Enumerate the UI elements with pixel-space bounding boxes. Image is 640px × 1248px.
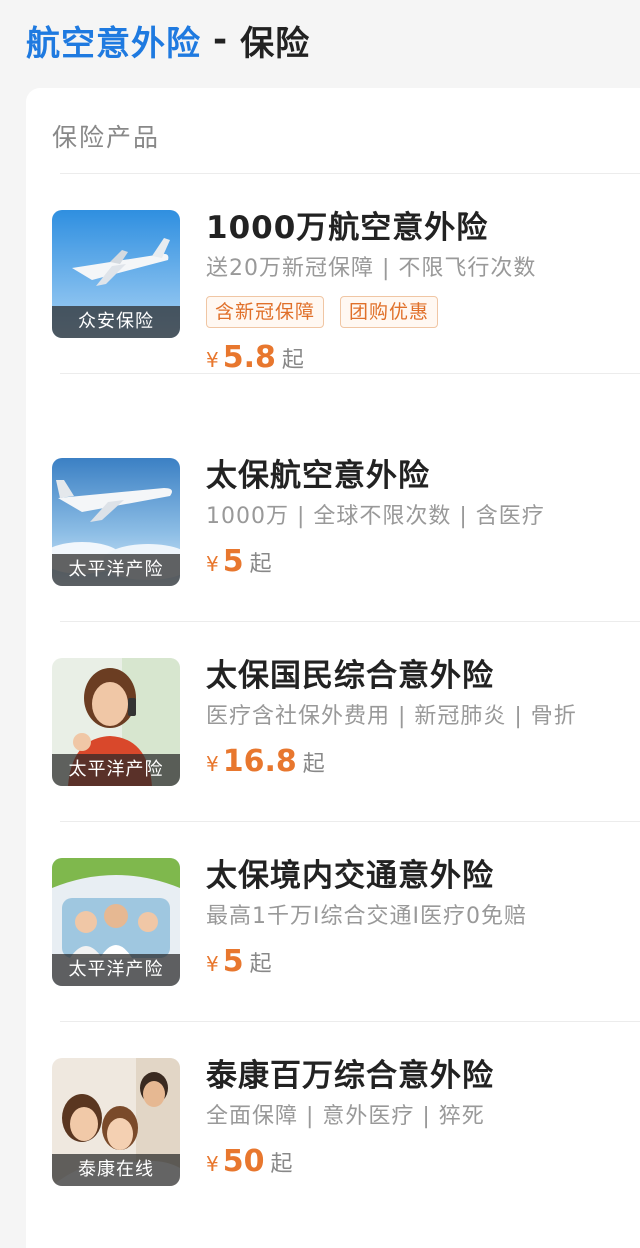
price-suffix: 起 (281, 348, 304, 373)
product-info: 太保航空意外险 1000万 | 全球不限次数 | 含医疗 ¥ 5 起 (206, 456, 640, 579)
price: ¥ 16.8 起 (206, 744, 640, 779)
price-amount: 5 (222, 544, 244, 579)
price-suffix: 起 (302, 752, 325, 777)
product-title[interactable]: 1000万航空意外险 (206, 208, 640, 248)
currency-symbol: ¥ (206, 752, 219, 776)
price: ¥ 5 起 (206, 544, 640, 579)
product-thumbnail[interactable]: 太平洋产险 (52, 458, 180, 586)
product-item[interactable]: 太平洋产险 太保国民综合意外险 医疗含社保外费用 | 新冠肺炎 | 骨折 ¥ 1… (26, 622, 640, 822)
provider-label: 太平洋产险 (52, 954, 180, 986)
price: ¥ 5.8 起 (206, 340, 640, 375)
product-item[interactable]: 众安保险 1000万航空意外险 送20万新冠保障 | 不限飞行次数 含新冠保障 … (26, 174, 640, 375)
price-suffix: 起 (249, 952, 272, 977)
product-thumbnail[interactable]: 众安保险 (52, 210, 180, 338)
product-title[interactable]: 太保境内交通意外险 (206, 856, 640, 896)
product-thumbnail[interactable]: 泰康在线 (52, 1058, 180, 1186)
product-subtitle: 医疗含社保外费用 | 新冠肺炎 | 骨折 (206, 704, 577, 729)
currency-symbol: ¥ (206, 348, 219, 372)
currency-symbol: ¥ (206, 552, 219, 576)
product-info: 1000万航空意外险 送20万新冠保障 | 不限飞行次数 含新冠保障 团购优惠 … (206, 208, 640, 375)
product-subtitle: 最高1千万I综合交通I医疗0免赔 (206, 904, 527, 929)
product-item[interactable]: 太平洋产险 太保航空意外险 1000万 | 全球不限次数 | 含医疗 ¥ 5 起 (26, 422, 640, 622)
price: ¥ 50 起 (206, 1144, 640, 1179)
page-title: 航空意外险 - 保险 (26, 14, 310, 66)
provider-label: 太平洋产险 (52, 554, 180, 586)
section-title: 保险产品 (52, 123, 161, 152)
product-subtitle: 送20万新冠保障 | 不限飞行次数 (206, 256, 537, 281)
product-item[interactable]: 泰康在线 泰康百万综合意外险 全面保障 | 意外医疗 | 猝死 ¥ 50 起 (26, 1022, 640, 1222)
tag-list: 含新冠保障 团购优惠 (206, 296, 640, 328)
title-separator: - (213, 20, 229, 60)
provider-label: 泰康在线 (52, 1154, 180, 1186)
price-amount: 50 (222, 1144, 265, 1179)
provider-label: 众安保险 (52, 306, 180, 338)
product-info: 太保境内交通意外险 最高1千万I综合交通I医疗0免赔 ¥ 5 起 (206, 856, 640, 979)
product-title[interactable]: 太保国民综合意外险 (206, 656, 640, 696)
product-subtitle: 1000万 | 全球不限次数 | 含医疗 (206, 504, 545, 529)
product-info: 太保国民综合意外险 医疗含社保外费用 | 新冠肺炎 | 骨折 ¥ 16.8 起 (206, 656, 640, 779)
price-amount: 5.8 (222, 340, 276, 375)
price-suffix: 起 (270, 1152, 293, 1177)
product-thumbnail[interactable]: 太平洋产险 (52, 658, 180, 786)
divider (60, 373, 640, 374)
product-card: 保险产品 众安保险 1000万航空意外险 送20万新冠保障 | 不限飞行次数 含… (26, 88, 640, 1248)
tag-badge: 含新冠保障 (206, 296, 325, 328)
price: ¥ 5 起 (206, 944, 640, 979)
price-amount: 5 (222, 944, 244, 979)
product-title[interactable]: 泰康百万综合意外险 (206, 1056, 640, 1096)
search-keyword[interactable]: 航空意外险 (26, 16, 201, 65)
currency-symbol: ¥ (206, 952, 219, 976)
provider-label: 太平洋产险 (52, 754, 180, 786)
product-thumbnail[interactable]: 太平洋产险 (52, 858, 180, 986)
currency-symbol: ¥ (206, 1152, 219, 1176)
price-suffix: 起 (249, 552, 272, 577)
product-title[interactable]: 太保航空意外险 (206, 456, 640, 496)
product-info: 泰康百万综合意外险 全面保障 | 意外医疗 | 猝死 ¥ 50 起 (206, 1056, 640, 1179)
tag-badge: 团购优惠 (340, 296, 439, 328)
product-subtitle: 全面保障 | 意外医疗 | 猝死 (206, 1104, 485, 1129)
price-amount: 16.8 (222, 744, 297, 779)
product-item[interactable]: 太平洋产险 太保境内交通意外险 最高1千万I综合交通I医疗0免赔 ¥ 5 起 (26, 822, 640, 1022)
category-title: 保险 (240, 23, 311, 64)
